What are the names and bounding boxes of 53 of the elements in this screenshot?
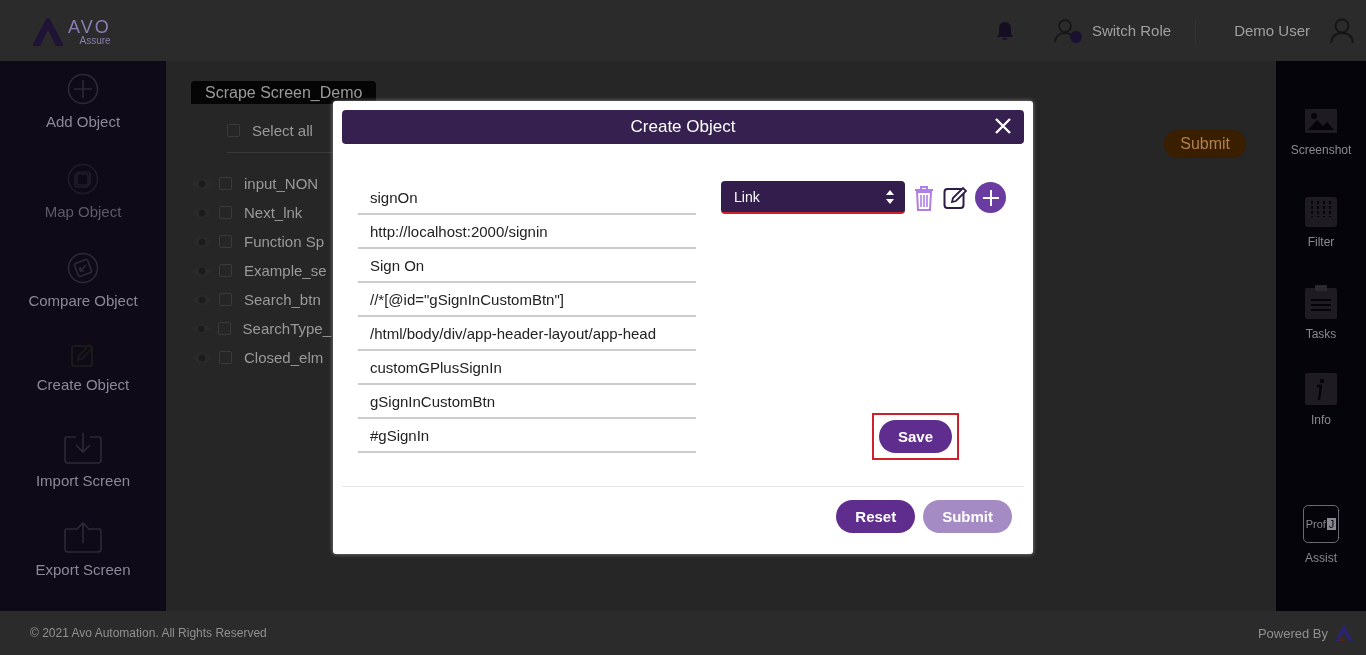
logo-icon: [1334, 624, 1354, 642]
submit-button[interactable]: Submit: [1164, 130, 1246, 158]
edit-icon: [943, 185, 967, 210]
screen-title: Scrape Screen_Demo: [191, 81, 377, 104]
upload-icon: [64, 521, 102, 554]
compare-icon: [67, 252, 99, 285]
object-name: Closed_elm: [244, 349, 324, 366]
sidebar-item[interactable]: Screenshot: [1290, 109, 1352, 197]
sidebar-item[interactable]: Export Screen: [35, 521, 131, 612]
sidebar-item[interactable]: Import Screen: [35, 431, 131, 522]
powered-by-text: Powered By: [1257, 625, 1328, 641]
copyright-text: © 2021 Avo Automation. All Rights Reserved: [30, 626, 267, 640]
select-all-label: Select all: [252, 121, 313, 139]
user-icon: [1330, 17, 1354, 44]
trash-icon: [913, 184, 935, 211]
plus-icon: [981, 188, 1000, 207]
delete-button[interactable]: [913, 184, 935, 211]
object-name: Next_lnk: [244, 204, 303, 221]
add-button[interactable]: [975, 182, 1006, 213]
assist-label: Assist: [1305, 551, 1337, 565]
logo-wordmark: AVO: [68, 17, 111, 36]
filter-icon: [1305, 197, 1337, 227]
object-name: Function Sp: [244, 233, 325, 250]
dialog-title: Create Object: [630, 117, 736, 137]
edit-button[interactable]: [943, 185, 967, 210]
logo-icon: [30, 15, 66, 46]
sidebar-item[interactable]: Add Object: [45, 73, 121, 163]
assist-item[interactable]: Prof J Assist: [1303, 505, 1339, 593]
sidebar-item[interactable]: Info: [1305, 373, 1337, 461]
info-icon: [1305, 373, 1337, 405]
save-button[interactable]: Save: [878, 420, 952, 453]
image-icon: [1305, 109, 1337, 135]
close-button[interactable]: [994, 117, 1012, 135]
type-dropdown[interactable]: Link: [721, 181, 905, 214]
sidebar-item[interactable]: Compare Object: [28, 252, 138, 342]
object-name: Example_se: [244, 262, 327, 279]
assist-badge: Prof J: [1303, 505, 1339, 543]
object-name: SearchType_: [242, 320, 331, 337]
add-icon: [67, 73, 99, 105]
bell-icon: [995, 20, 1014, 41]
sidebar-item[interactable]: Create Object: [36, 342, 130, 432]
user-name: Demo User: [1234, 22, 1310, 39]
sidebar-item[interactable]: Tasks: [1305, 285, 1337, 373]
object-name: Search_btn: [244, 291, 321, 308]
reset-button[interactable]: Reset: [836, 499, 916, 533]
logo-tagline: Assure: [79, 35, 111, 46]
object-name: input_NON: [244, 175, 319, 192]
download-icon: [64, 431, 102, 464]
sidebar-item[interactable]: Filter: [1305, 197, 1337, 285]
user-swap-icon: [1053, 17, 1084, 44]
clipboard-icon: [1305, 285, 1337, 319]
close-icon: [994, 117, 1012, 135]
switch-role-button[interactable]: Switch Role: [1053, 17, 1172, 44]
